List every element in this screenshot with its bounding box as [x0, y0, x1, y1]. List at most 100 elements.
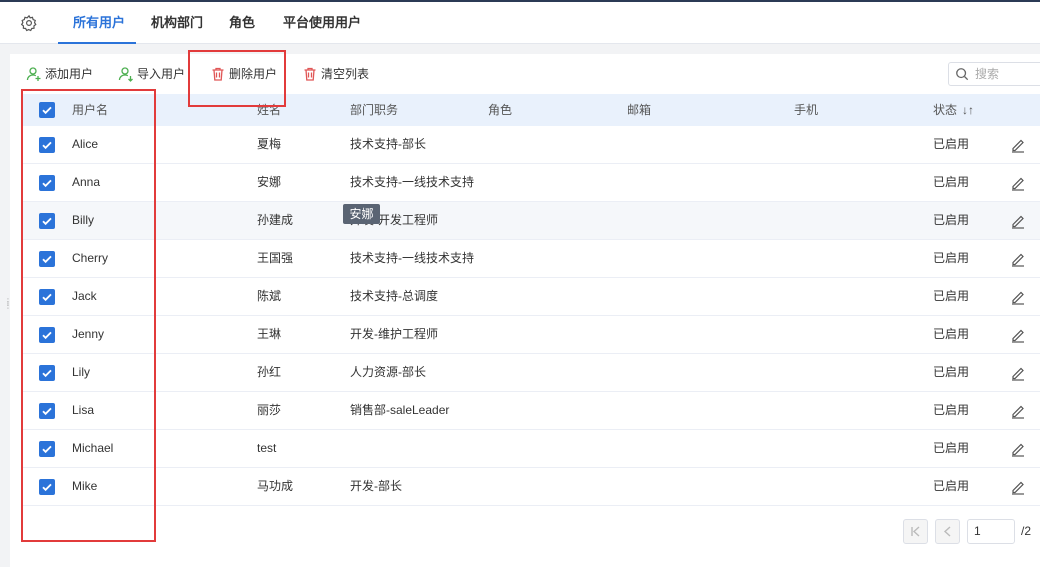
search-input[interactable]: [975, 67, 1035, 81]
table-header: 用户名 姓名 部门职务 角色 邮箱 手机 状态 ↓↑: [22, 94, 1040, 126]
table-row[interactable]: Lily 孙红 人力资源-部长 已启用: [22, 354, 1040, 392]
header-phone[interactable]: 手机: [794, 94, 818, 126]
cell-department: 技术支持-一线技术支持: [350, 175, 474, 189]
first-page-icon: [911, 526, 920, 537]
prev-page-button[interactable]: [935, 519, 960, 544]
edit-icon[interactable]: [1010, 213, 1026, 229]
edit-icon[interactable]: [1010, 365, 1026, 381]
header-email[interactable]: 邮箱: [627, 94, 651, 126]
select-all-checkbox[interactable]: [39, 102, 55, 118]
cell-status: 已启用: [933, 365, 970, 379]
cell-username: Cherry: [72, 251, 109, 265]
cell-status: 已启用: [933, 441, 970, 455]
edit-icon[interactable]: [1010, 289, 1026, 305]
cell-username: Lily: [72, 365, 91, 379]
trash-icon: [212, 67, 224, 81]
cell-name: 孙建成: [257, 213, 294, 227]
edit-icon[interactable]: [1010, 251, 1026, 267]
page-total: /2: [1021, 524, 1032, 538]
name-tooltip: 安娜: [343, 204, 380, 224]
search-icon: [956, 68, 969, 81]
cell-username: Billy: [72, 213, 95, 227]
cell-name: test: [257, 441, 277, 455]
search-box[interactable]: [948, 62, 1040, 86]
delete-user-label: 删除用户: [229, 67, 278, 81]
clear-list-label: 清空列表: [321, 67, 370, 81]
edit-icon[interactable]: [1010, 175, 1026, 191]
cell-name: 王国强: [257, 251, 294, 265]
table-row[interactable]: Billy 孙建成 开发-开发工程师 已启用: [22, 202, 1040, 240]
row-checkbox[interactable]: [39, 175, 55, 191]
cell-department: 开发-部长: [350, 479, 402, 493]
cell-status: 已启用: [933, 403, 970, 417]
edit-icon[interactable]: [1010, 441, 1026, 457]
import-user-label: 导入用户: [137, 67, 186, 81]
clear-list-button[interactable]: 清空列表: [302, 64, 369, 84]
tab-roles[interactable]: 角色: [229, 2, 255, 44]
cell-status: 已启用: [933, 289, 970, 303]
cell-department: 技术支持-一线技术支持: [350, 251, 474, 265]
add-user-icon: [26, 67, 41, 81]
cell-status: 已启用: [933, 251, 970, 265]
edit-icon[interactable]: [1010, 479, 1026, 495]
page-number-input[interactable]: 1: [967, 519, 1015, 544]
first-page-button[interactable]: [903, 519, 928, 544]
row-checkbox[interactable]: [39, 137, 55, 153]
cell-department: 技术支持-部长: [350, 137, 426, 151]
tab-platform-users[interactable]: 平台使用用户: [283, 2, 361, 44]
edit-icon[interactable]: [1010, 137, 1026, 153]
row-checkbox[interactable]: [39, 289, 55, 305]
import-user-button[interactable]: 导入用户: [118, 64, 185, 84]
table-row[interactable]: Cherry 王国强 技术支持-一线技术支持 已启用: [22, 240, 1040, 278]
row-checkbox[interactable]: [39, 441, 55, 457]
table-row[interactable]: Alice 夏梅 技术支持-部长 已启用: [22, 126, 1040, 164]
sort-icon[interactable]: ↓↑: [962, 94, 974, 126]
header-username[interactable]: 用户名: [72, 94, 108, 126]
trash-icon: [304, 67, 316, 81]
header-role[interactable]: 角色: [488, 94, 512, 126]
cell-status: 已启用: [933, 175, 970, 189]
add-user-label: 添加用户: [45, 67, 94, 81]
cell-department: 人力资源-部长: [350, 365, 426, 379]
tab-bar: 所有用户 机构部门 角色 平台使用用户: [0, 2, 1040, 44]
chevron-left-icon: [943, 526, 951, 537]
table-row[interactable]: Anna 安娜 技术支持-一线技术支持 已启用: [22, 164, 1040, 202]
cell-username: Alice: [72, 137, 99, 151]
gear-icon[interactable]: [20, 14, 38, 32]
cell-name: 马功成: [257, 479, 294, 493]
cell-department: 销售部-saleLeader: [350, 403, 450, 417]
add-user-button[interactable]: 添加用户: [26, 64, 93, 84]
delete-user-button[interactable]: 删除用户: [210, 64, 277, 84]
header-department[interactable]: 部门职务: [350, 94, 398, 126]
edit-icon[interactable]: [1010, 327, 1026, 343]
row-checkbox[interactable]: [39, 213, 55, 229]
tab-departments[interactable]: 机构部门: [151, 2, 203, 44]
row-checkbox[interactable]: [39, 327, 55, 343]
table-row[interactable]: Mike 马功成 开发-部长 已启用: [22, 468, 1040, 506]
cell-status: 已启用: [933, 479, 970, 493]
cell-username: Mike: [72, 479, 98, 493]
row-checkbox[interactable]: [39, 251, 55, 267]
cell-username: Michael: [72, 441, 114, 455]
row-checkbox[interactable]: [39, 403, 55, 419]
table-row[interactable]: Jack 陈斌 技术支持-总调度 已启用: [22, 278, 1040, 316]
cell-username: Anna: [72, 175, 101, 189]
cell-department: 技术支持-总调度: [350, 289, 438, 303]
table-row[interactable]: Michael test 已启用: [22, 430, 1040, 468]
header-status[interactable]: 状态: [933, 94, 957, 126]
row-checkbox[interactable]: [39, 479, 55, 495]
tab-all-users[interactable]: 所有用户: [73, 2, 125, 44]
cell-department: 开发-维护工程师: [350, 327, 438, 341]
header-name[interactable]: 姓名: [257, 94, 281, 126]
cell-name: 安娜: [257, 175, 282, 189]
table-row[interactable]: Jenny 王琳 开发-维护工程师 已启用: [22, 316, 1040, 354]
row-checkbox[interactable]: [39, 365, 55, 381]
table-row[interactable]: Lisa 丽莎 销售部-saleLeader 已启用: [22, 392, 1040, 430]
users-panel: 添加用户 导入用户 删除用户 清空列表 用户名 姓名 部门职务 角色 邮箱 手: [10, 50, 1040, 567]
cell-status: 已启用: [933, 137, 970, 151]
cell-name: 丽莎: [257, 403, 282, 417]
edit-icon[interactable]: [1010, 403, 1026, 419]
cell-name: 陈斌: [257, 289, 282, 303]
cell-name: 孙红: [257, 365, 282, 379]
cell-status: 已启用: [933, 327, 970, 341]
